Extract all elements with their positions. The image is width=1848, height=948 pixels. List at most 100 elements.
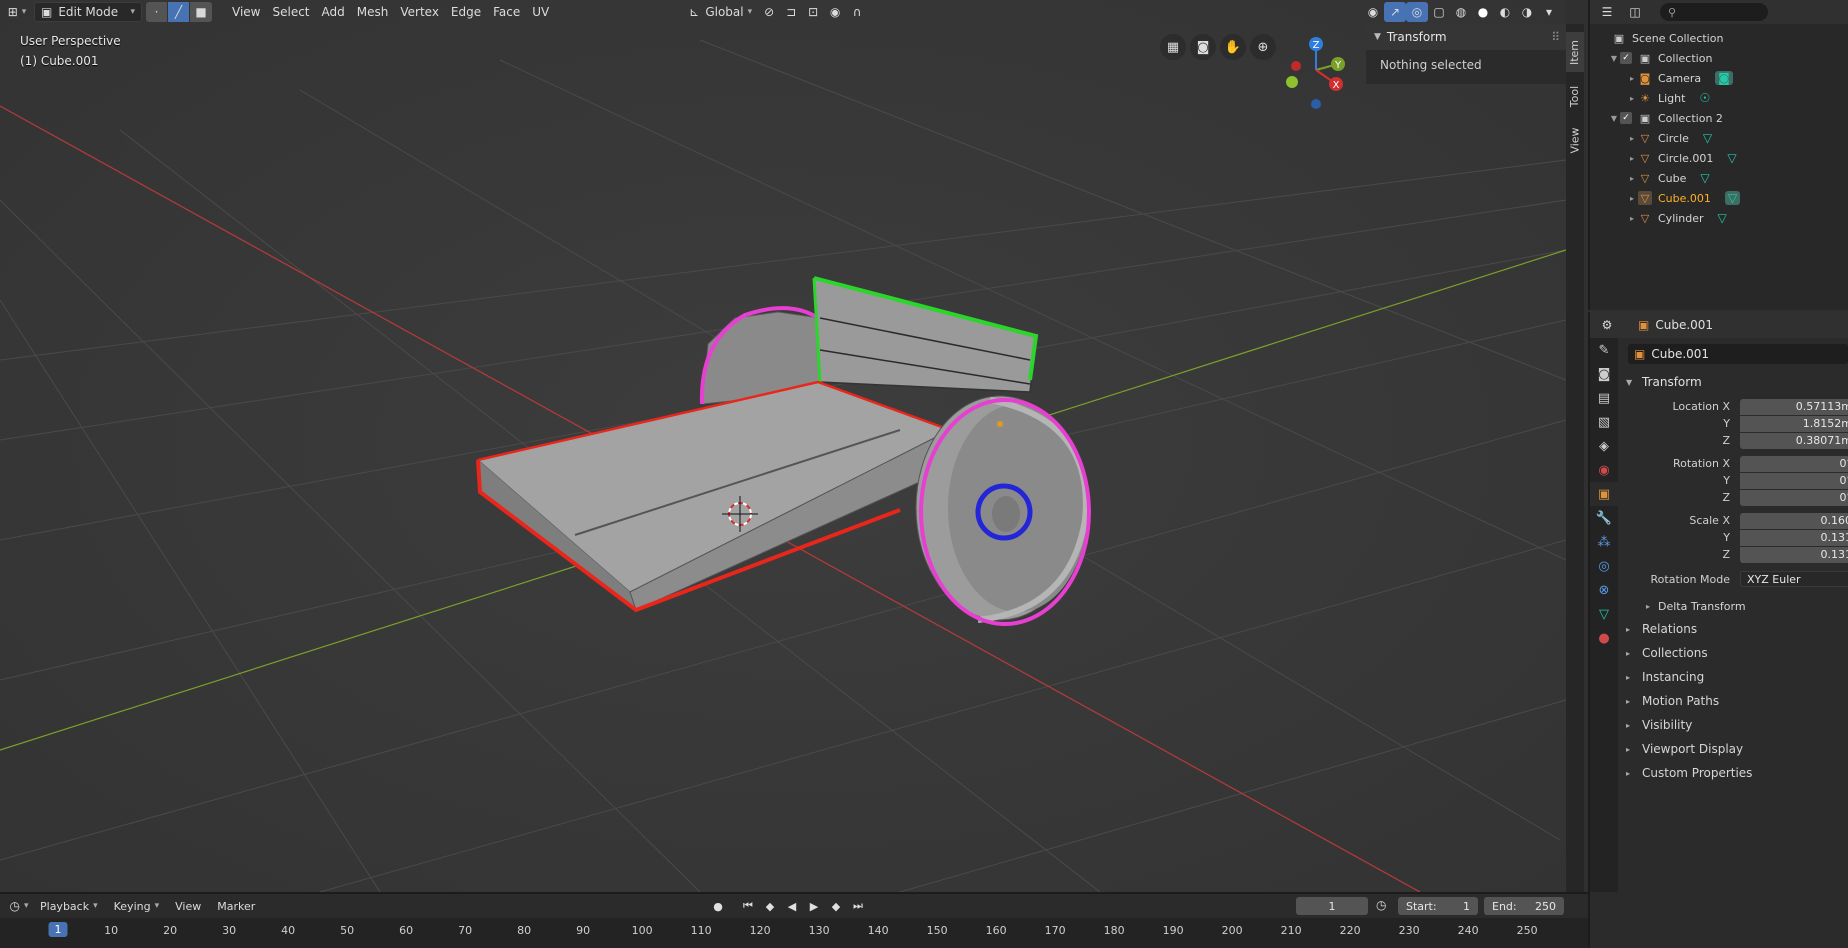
outliner-row-cube-001[interactable]: ▸ ▽ Cube.001 ▽ [1590,188,1848,208]
mesh-data-icon[interactable]: ▽ [1724,191,1741,205]
visibility-icon[interactable]: ◉ [1362,2,1384,22]
outliner-search[interactable]: ⚲ [1660,3,1768,21]
viewport-display-panel[interactable]: ▸ Viewport Display [1618,737,1848,761]
gizmo-neg-y[interactable] [1286,76,1298,88]
scale-z-field[interactable]: 0.131 [1740,546,1848,563]
timeline-editor-icon[interactable]: ◷ ▾ [8,896,30,916]
tab-view[interactable]: View [1566,120,1584,160]
delta-transform-panel[interactable]: ▸ Delta Transform [1618,595,1848,617]
tab-constraints-icon[interactable]: ⊗ [1590,578,1618,602]
play-icon[interactable]: ▶ [804,896,824,916]
pan-hand-icon[interactable]: ✋ [1220,34,1246,60]
menu-select[interactable]: Select [266,2,315,22]
relations-panel[interactable]: ▸ Relations [1618,617,1848,641]
current-frame-field[interactable]: 1 [1296,897,1368,915]
menu-marker[interactable]: Marker [217,900,255,913]
transform-panel[interactable]: ▼ Transform [1618,370,1848,394]
grid-view-icon[interactable]: ▦ [1160,34,1186,60]
object-name-field[interactable]: ▣ Cube.001 [1628,344,1848,364]
mesh-data-icon[interactable]: ▽ [1727,151,1736,165]
tab-object-icon[interactable]: ▣ [1590,482,1618,506]
tab-scene-icon[interactable]: ◈ [1590,434,1618,458]
light-data-icon[interactable]: ☉ [1699,91,1710,105]
expand-icon[interactable]: ▸ [1626,214,1638,223]
proportional-edit-icon[interactable]: ◉ [824,2,846,22]
location-x-field[interactable]: 0.57113m [1740,398,1848,415]
transform-panel-header[interactable]: ▼ Transform ⠿ [1366,24,1566,50]
outliner-row-circle-001[interactable]: ▸ ▽ Circle.001 ▽ [1590,148,1848,168]
outliner-row-collection[interactable]: ▼ ✓ ▣ Collection [1590,48,1848,68]
tab-tool-icon[interactable]: ✎ [1590,338,1618,362]
orientation-dropdown[interactable]: ⊾ Global ▾ [683,2,758,22]
expand-icon[interactable]: ▸ [1626,194,1638,203]
mode-select[interactable]: ▣ Edit Mode ▾ [34,2,142,22]
scale-y-field[interactable]: 0.131 [1740,529,1848,546]
mesh-data-icon[interactable]: ▽ [1700,171,1709,185]
face-select-icon[interactable]: ■ [190,2,212,22]
menu-timeline-view[interactable]: View [175,900,201,913]
tab-physics-icon[interactable]: ◎ [1590,554,1618,578]
tab-modifier-icon[interactable]: 🔧 [1590,506,1618,530]
camera-view-icon[interactable]: ◙ [1190,34,1216,60]
menu-add[interactable]: Add [316,2,351,22]
gizmo-neg-x[interactable] [1291,61,1301,71]
edge-select-icon[interactable]: ╱ [168,2,190,22]
rotation-z-field[interactable]: 0° [1740,489,1848,506]
outliner-row-scene-collection[interactable]: ▣ Scene Collection [1590,28,1848,48]
play-reverse-icon[interactable]: ◀ [782,896,802,916]
menu-view[interactable]: View [226,2,266,22]
tab-tool[interactable]: Tool [1566,76,1584,116]
zoom-icon[interactable]: ⊕ [1250,34,1276,60]
snap-target-icon[interactable]: ⊡ [802,2,824,22]
menu-edge[interactable]: Edge [445,2,487,22]
outliner-row-camera[interactable]: ▸ ◙ Camera ◙ [1590,68,1848,88]
menu-keying[interactable]: Keying ▾ [114,900,159,913]
3d-viewport[interactable]: ⊞ ▾ ▣ Edit Mode ▾ · ╱ ■ View Select Add M… [0,0,1566,892]
end-frame-field[interactable]: End: 250 [1484,897,1564,915]
motion-paths-panel[interactable]: ▸ Motion Paths [1618,689,1848,713]
material-shading-icon[interactable]: ◐ [1494,2,1516,22]
outliner-editor-icon[interactable]: ☰ [1596,2,1618,22]
axis-gizmo[interactable]: Z Y X [1280,34,1360,114]
record-icon[interactable]: ● [708,896,728,916]
vertex-select-icon[interactable]: · [146,2,168,22]
mesh-data-icon[interactable]: ▽ [1718,211,1727,225]
gizmo-neg-z[interactable] [1311,99,1321,109]
gizmo-toggle-icon[interactable]: ↗ [1384,2,1406,22]
tab-render-icon[interactable]: ◙ [1590,362,1618,386]
snap-icon[interactable]: ⊐ [780,2,802,22]
outliner-row-cylinder[interactable]: ▸ ▽ Cylinder ▽ [1590,208,1848,228]
expand-icon[interactable]: ▸ [1626,74,1638,83]
jump-start-icon[interactable]: ⏮ [738,896,758,916]
visibility-panel[interactable]: ▸ Visibility [1618,713,1848,737]
instancing-panel[interactable]: ▸ Instancing [1618,665,1848,689]
menu-playback[interactable]: Playback ▾ [40,900,98,913]
tab-world-icon[interactable]: ◉ [1590,458,1618,482]
stopwatch-icon[interactable]: ◷ [1376,898,1386,912]
editor-type-button[interactable]: ⊞ ▾ [6,2,28,22]
drag-handle-icon[interactable]: ⠿ [1551,30,1560,44]
outliner-row-light[interactable]: ▸ ☀ Light ☉ [1590,88,1848,108]
tab-output-icon[interactable]: ▤ [1590,386,1618,410]
menu-mesh[interactable]: Mesh [351,2,395,22]
tab-data-icon[interactable]: ▽ [1590,602,1618,626]
display-mode-icon[interactable]: ◫ [1624,2,1646,22]
tab-material-icon[interactable]: ● [1590,626,1618,650]
jump-end-icon[interactable]: ⏭ [848,896,868,916]
expand-icon[interactable]: ▼ [1608,114,1620,123]
mesh-data-icon[interactable]: ▽ [1703,131,1712,145]
pivot-icon[interactable]: ⊘ [758,2,780,22]
overlay-toggle-icon[interactable]: ◎ [1406,2,1428,22]
menu-uv[interactable]: UV [526,2,555,22]
location-z-field[interactable]: 0.38071m [1740,432,1848,449]
next-keyframe-icon[interactable]: ◆ [826,896,846,916]
start-frame-field[interactable]: Start: 1 [1398,897,1478,915]
expand-icon[interactable]: ▸ [1626,174,1638,183]
outliner-row-cube[interactable]: ▸ ▽ Cube ▽ [1590,168,1848,188]
expand-icon[interactable]: ▸ [1626,134,1638,143]
expand-icon[interactable]: ▸ [1626,154,1638,163]
shading-options-icon[interactable]: ▾ [1538,2,1560,22]
camera-data-icon[interactable]: ◙ [1715,71,1733,85]
tab-particles-icon[interactable]: ⁂ [1590,530,1618,554]
rotation-y-field[interactable]: 0° [1740,472,1848,489]
